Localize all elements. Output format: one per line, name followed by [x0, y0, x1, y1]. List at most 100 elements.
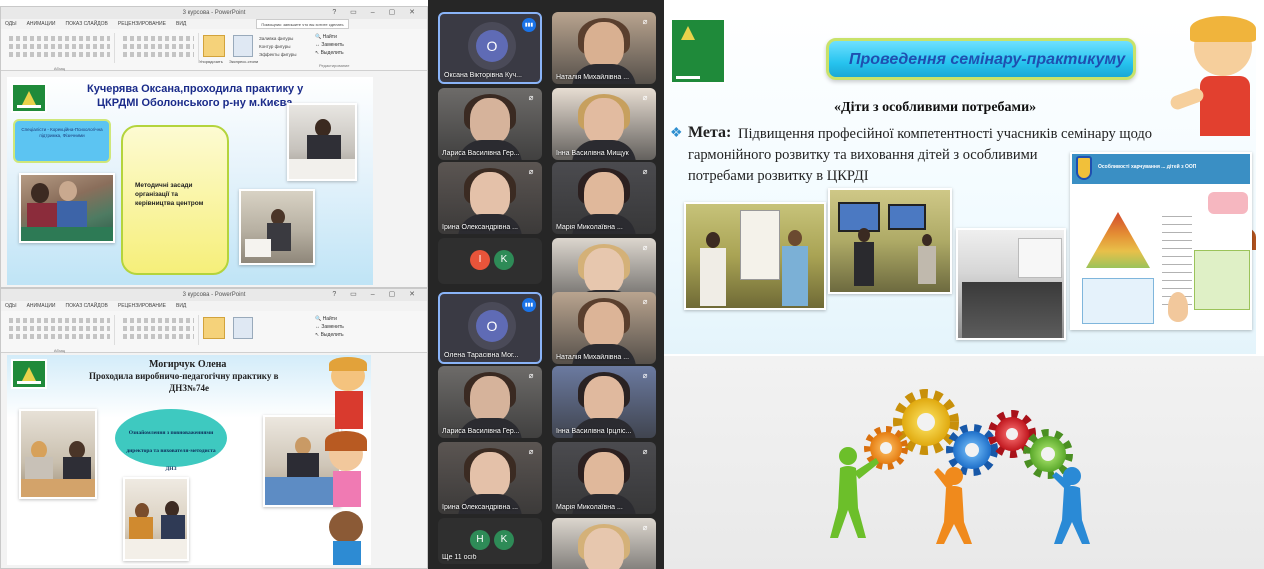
participant-tile[interactable]: ⌀ Наталія Михайлівна ...: [552, 292, 656, 364]
mic-muted-icon: ⌀: [642, 243, 648, 252]
gears-svg: [830, 389, 1090, 544]
participant-name: Інна Василівна Мищук: [556, 150, 629, 157]
powerpoint-window-top: 3 курсова - PowerPoint ? ▭ – ▢ ✕ ОДЫ АНИ…: [0, 6, 428, 288]
shape-effects-option[interactable]: Эффекты фигуры: [259, 51, 297, 59]
cartoon-boy-decoration: [1164, 16, 1256, 156]
shape-outline-option[interactable]: Контур фигуры: [259, 43, 297, 51]
tab-home[interactable]: ОДЫ: [5, 301, 17, 311]
participant-avatar: O: [476, 30, 508, 62]
editing-group: 🔍 Найти ↔ Заменить ↖ Выделить: [315, 33, 344, 57]
participant-name: Наталія Михайлівна ...: [556, 354, 630, 361]
replace-button[interactable]: ↔ Заменить: [315, 41, 344, 49]
tell-me-box[interactable]: Помощник: запишите что вы хотите сделать: [256, 19, 349, 29]
tab-slideshow[interactable]: ПОКАЗ СЛАЙДОВ: [66, 301, 108, 311]
meet-participant-grid: O ▮▮▮ Оксана Вікторівна Куч... ⌀ Наталія Мих…: [428, 0, 664, 569]
participant-tile[interactable]: ⌀ Ірина Олександрівна ...: [438, 442, 542, 514]
participant-name: Ірина Олександрівна ...: [442, 504, 518, 511]
slide-subtitle: «Діти з особливими потребами»: [834, 100, 1037, 115]
group-label-paragraph: Абзац: [53, 348, 66, 353]
blue-info-box: [1082, 278, 1154, 324]
participant-tile[interactable]: O ▮▮▮ Олена Тарасівна Мог...: [438, 292, 542, 364]
binoculars-icon: 🔍: [315, 34, 322, 40]
arrange-button[interactable]: [203, 35, 225, 57]
cursor-icon: ↖: [315, 332, 320, 338]
participant-name: Лариса Василівна Гер...: [442, 428, 520, 435]
poster-header-text: Особливості харчування ... дітей з ООП: [1098, 164, 1197, 170]
find-button[interactable]: 🔍 Найти: [315, 33, 344, 41]
tab-home[interactable]: ОДЫ: [5, 19, 17, 29]
participant-tile[interactable]: IK: [438, 238, 542, 284]
mic-muted-icon: ⌀: [528, 167, 534, 176]
oval-text: Ознайомлення з повноваженнями директора …: [126, 430, 216, 472]
ribbon-paragraph-group[interactable]: Абзац: [5, 315, 115, 353]
blue-box-text: Спеціалісти - Корекційна-Психологічна пі…: [21, 127, 103, 138]
food-pyramid: [1086, 212, 1150, 268]
participant-tile[interactable]: ⌀ Ірина Олександрівна ...: [438, 162, 542, 234]
select-button[interactable]: ↖ Выделить: [315, 331, 344, 339]
photo-woman-at-desk: [287, 103, 357, 181]
tab-animations[interactable]: АНИМАЦИИ: [27, 19, 56, 29]
slide-title-line1: Могирчук Олена: [149, 359, 227, 370]
ribbon-tabs: ОДЫ АНИМАЦИИ ПОКАЗ СЛАЙДОВ РЕЦЕНЗИРОВАНИ…: [1, 19, 427, 29]
ribbon-paragraph-group[interactable]: Абзац: [5, 33, 115, 71]
tab-animations[interactable]: АНИМАЦИИ: [27, 301, 56, 311]
binoculars-icon: 🔍: [315, 316, 322, 322]
photo-two-women-table: [19, 409, 97, 499]
ribbon-bottom: Абзац 🔍 Найти ↔ Заменить ↖ Выделить: [1, 311, 427, 353]
participant-name: Інна Василівна Ірцліс...: [556, 428, 632, 435]
editing-group: 🔍 Найти ↔ Заменить ↖ Выделить: [315, 315, 344, 339]
tab-review[interactable]: РЕЦЕНЗИРОВАНИЕ: [118, 19, 166, 29]
arrange-button[interactable]: [203, 317, 225, 339]
goal-label: Мета:: [688, 124, 732, 141]
tab-view[interactable]: ВИД: [176, 301, 186, 311]
select-button[interactable]: ↖ Выделить: [315, 49, 344, 57]
participant-name: Наталія Михайлівна ...: [556, 74, 630, 81]
photo-presenters: [684, 202, 826, 310]
participant-tile[interactable]: ⌀ Марія Миколаївна ...: [552, 162, 656, 234]
find-button[interactable]: 🔍 Найти: [315, 315, 344, 323]
participant-tile[interactable]: ⌀ Наталія Михайлівна ...: [552, 12, 656, 84]
mic-muted-icon: ⌀: [528, 93, 534, 102]
participant-initial-avatar: H: [470, 530, 490, 550]
quick-styles-button[interactable]: [233, 317, 253, 339]
tab-slideshow[interactable]: ПОКАЗ СЛАЙДОВ: [66, 19, 108, 29]
ribbon-drawing-group[interactable]: [119, 33, 199, 63]
participant-tile[interactable]: ⌀ Лариса Василівна Гер...: [438, 88, 542, 160]
speaking-indicator-icon: ▮▮▮: [522, 298, 536, 312]
org-logo: [670, 18, 726, 84]
quick-styles-button[interactable]: [233, 35, 253, 57]
yellow-info-box: Методичні засади організації та керівниц…: [121, 125, 229, 275]
participant-tile[interactable]: ⌀: [552, 518, 656, 569]
participant-tile[interactable]: H K Ще 11 осіб: [438, 518, 542, 564]
coat-of-arms-icon: [1076, 156, 1092, 180]
slide-seminar[interactable]: Проведення семінару-практикуму «Діти з о…: [664, 10, 1256, 354]
yellow-box-text: Методичні засади організації та керівниц…: [135, 182, 204, 207]
mic-muted-icon: ⌀: [642, 523, 648, 532]
participant-name: Олена Тарасівна Мог...: [444, 352, 519, 359]
shape-fill-option[interactable]: Заливка фигуры: [259, 35, 297, 43]
participant-initial-avatar: K: [494, 250, 514, 270]
replace-button[interactable]: ↔ Заменить: [315, 323, 344, 331]
participant-tile[interactable]: ⌀ Лариса Василівна Гер...: [438, 366, 542, 438]
participant-name: Марія Миколаївна ...: [556, 504, 623, 511]
participant-tile[interactable]: ⌀ Марія Миколаївна ...: [552, 442, 656, 514]
participant-tile[interactable]: ⌀ Інна Василівна Ірцліс...: [552, 366, 656, 438]
ribbon-tabs-bottom: ОДЫ АНИМАЦИИ ПОКАЗ СЛАЙДОВ РЕЦЕНЗИРОВАНИ…: [1, 301, 427, 311]
window-controls-bottom[interactable]: ? ▭ – ▢ ✕: [332, 290, 421, 298]
ribbon-drawing-group[interactable]: [119, 315, 199, 345]
arrange-label: Упорядочить: [199, 59, 223, 64]
tab-review[interactable]: РЕЦЕНЗИРОВАНИЕ: [118, 301, 166, 311]
window-controls[interactable]: ? ▭ – ▢ ✕: [332, 8, 421, 16]
participant-tile[interactable]: O ▮▮▮ Оксана Вікторівна Куч...: [438, 12, 542, 84]
seminar-banner: Проведення семінару-практикуму: [826, 38, 1136, 80]
slide-title-line1: Кучерява Оксана,проходила практику у: [87, 83, 304, 95]
tab-view[interactable]: ВИД: [176, 19, 186, 29]
slide-kucheriava[interactable]: Кучерява Оксана,проходила практику у ЦКР…: [7, 77, 373, 285]
mic-muted-icon: ⌀: [642, 371, 648, 380]
speaking-indicator-icon: ▮▮▮: [522, 18, 536, 32]
green-info-box: [1194, 250, 1250, 310]
photo-presentation-screen: [828, 188, 952, 294]
slide-mohyrchuk[interactable]: Могирчук Олена Проходила виробничо-педаг…: [7, 355, 371, 565]
participant-tile[interactable]: ⌀ Інна Василівна Мищук: [552, 88, 656, 160]
child-image: [1168, 292, 1188, 322]
